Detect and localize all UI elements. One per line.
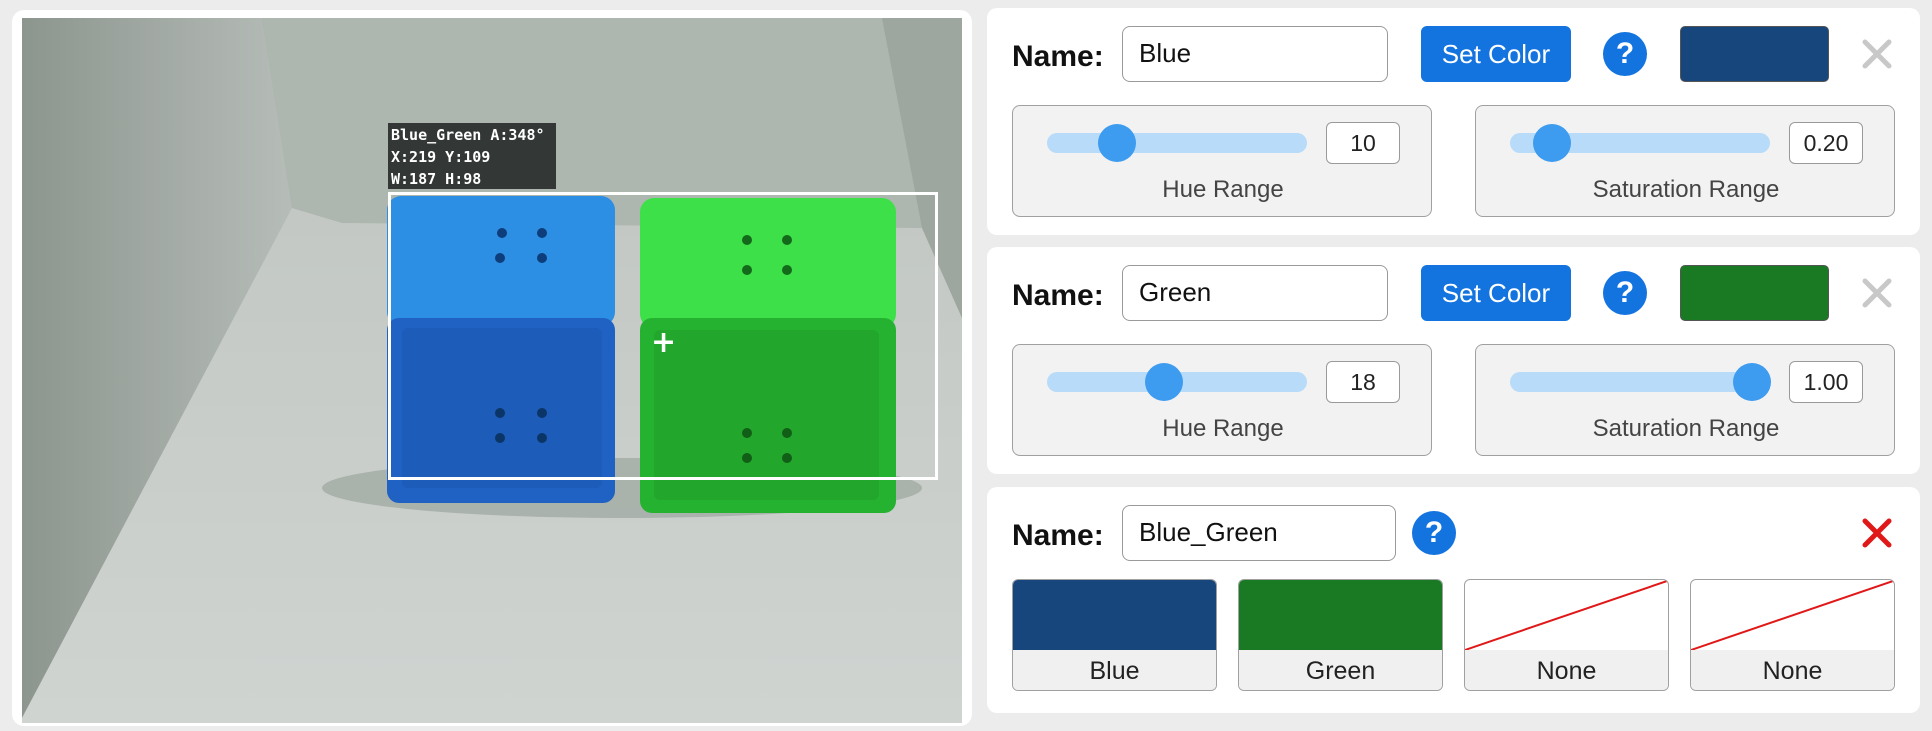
- help-icon[interactable]: ?: [1603, 32, 1647, 76]
- close-icon: [1862, 39, 1892, 69]
- hue-value-field[interactable]: 18: [1326, 361, 1400, 403]
- camera-panel: Blue_Green A:348° X:219 Y:109 W:187 H:98 +: [12, 10, 972, 726]
- color-group-card: Name: Blue_Green ? Blue Green None None: [987, 487, 1920, 713]
- saturation-range-label: Saturation Range: [1592, 415, 1780, 442]
- color-slot-label: None: [1465, 650, 1668, 690]
- detection-label-line-3: W:187 H:98: [391, 170, 482, 188]
- color-slot-swatch: [1013, 580, 1216, 650]
- saturation-value-field[interactable]: 0.20: [1789, 122, 1863, 164]
- close-icon: [1862, 278, 1892, 308]
- color-swatch: [1680, 26, 1829, 82]
- saturation-slider-thumb[interactable]: [1732, 363, 1771, 401]
- name-label: Name:: [1012, 279, 1104, 312]
- color-slot-4[interactable]: None: [1690, 579, 1895, 691]
- color-slot-2[interactable]: Green: [1238, 579, 1443, 691]
- hue-slider-thumb[interactable]: [1098, 124, 1137, 162]
- color-card-blue: Name: Blue Set Color ? 10 Hue Range 0.20…: [987, 8, 1920, 235]
- color-slot-swatch: [1239, 580, 1442, 650]
- color-slot-label: None: [1691, 650, 1894, 690]
- color-card-green: Name: Green Set Color ? 18 Hue Range 1.0…: [987, 247, 1920, 474]
- saturation-slider-thumb[interactable]: [1532, 124, 1571, 162]
- hue-range-label: Hue Range: [1162, 415, 1284, 442]
- empty-slot-icon: [1465, 580, 1668, 650]
- help-icon[interactable]: ?: [1603, 271, 1647, 315]
- saturation-value-field[interactable]: 1.00: [1789, 361, 1863, 403]
- color-slot-label: Blue: [1013, 650, 1216, 690]
- detection-label: Blue_Green A:348° X:219 Y:109 W:187 H:98: [388, 123, 556, 189]
- help-icon[interactable]: ?: [1412, 511, 1456, 555]
- camera-feed[interactable]: Blue_Green A:348° X:219 Y:109 W:187 H:98 +: [22, 18, 962, 723]
- name-label: Name:: [1012, 40, 1104, 73]
- name-label: Name:: [1012, 519, 1104, 552]
- hue-value-field[interactable]: 10: [1326, 122, 1400, 164]
- empty-slot-icon: [1691, 580, 1894, 650]
- saturation-range-label: Saturation Range: [1592, 176, 1780, 203]
- saturation-slider-track[interactable]: [1510, 372, 1770, 392]
- hue-slider-thumb[interactable]: [1145, 363, 1183, 401]
- crosshair-icon: +: [651, 325, 677, 360]
- hue-slider-track[interactable]: [1047, 133, 1307, 153]
- color-slot-1[interactable]: Blue: [1012, 579, 1217, 691]
- hue-range-control: 10 Hue Range: [1012, 105, 1432, 217]
- saturation-range-control: 1.00 Saturation Range: [1475, 344, 1895, 456]
- color-slot-label: Green: [1239, 650, 1442, 690]
- hue-range-label: Hue Range: [1162, 176, 1284, 203]
- close-icon[interactable]: [1857, 513, 1897, 553]
- name-input[interactable]: Blue_Green: [1122, 505, 1396, 561]
- name-input[interactable]: Blue: [1122, 26, 1388, 82]
- set-color-button[interactable]: Set Color: [1421, 265, 1571, 321]
- hue-range-control: 18 Hue Range: [1012, 344, 1432, 456]
- set-color-button[interactable]: Set Color: [1421, 26, 1571, 82]
- name-input[interactable]: Green: [1122, 265, 1388, 321]
- color-swatch: [1680, 265, 1829, 321]
- saturation-range-control: 0.20 Saturation Range: [1475, 105, 1895, 217]
- detection-label-line-1: Blue_Green A:348°: [391, 126, 545, 144]
- color-slot-3[interactable]: None: [1464, 579, 1669, 691]
- detection-label-line-2: X:219 Y:109: [391, 148, 491, 166]
